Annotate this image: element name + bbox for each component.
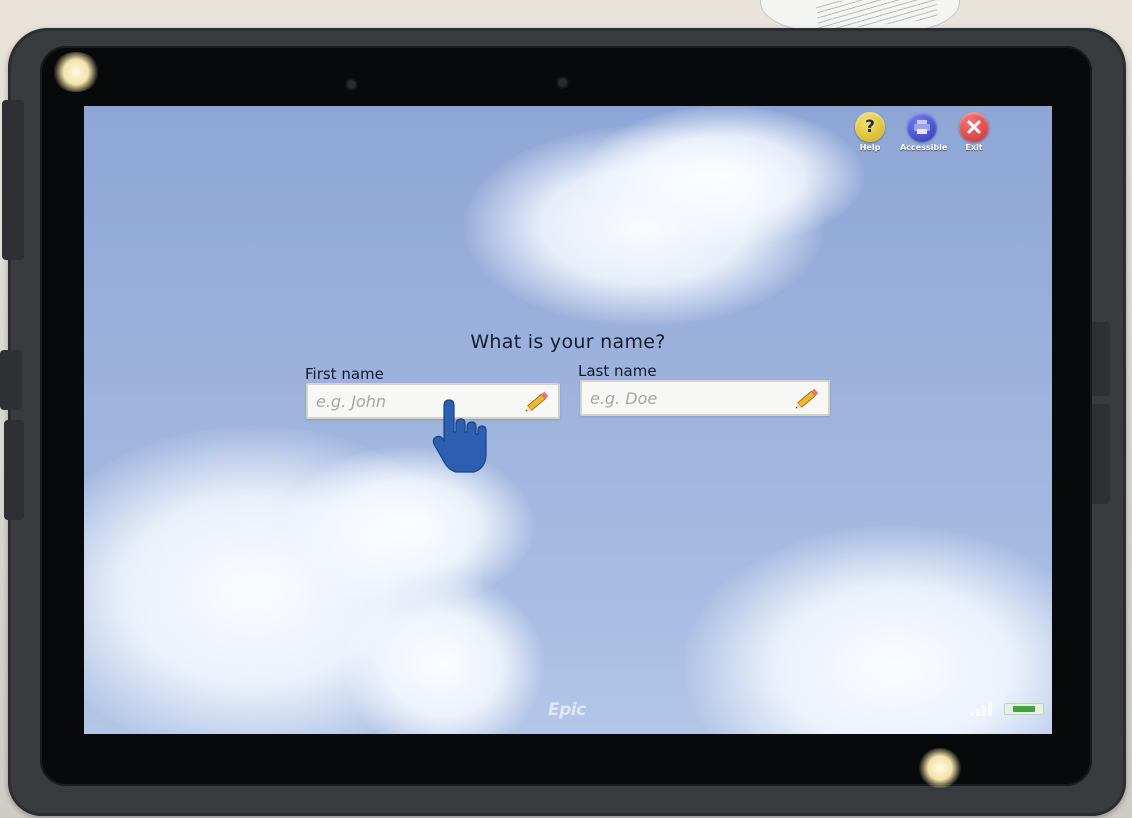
signal-icon bbox=[970, 702, 992, 716]
close-icon bbox=[959, 112, 989, 142]
system-tray bbox=[970, 702, 1044, 716]
photo-scene: ? Help Accessible Exit What is your name… bbox=[0, 0, 1132, 818]
tap-hand-icon bbox=[432, 399, 487, 473]
case-side-bump bbox=[4, 420, 24, 520]
first-name-input[interactable] bbox=[316, 391, 524, 411]
last-name-label: Last name bbox=[578, 362, 657, 380]
case-side-bump bbox=[1090, 404, 1110, 504]
camera-icon bbox=[347, 80, 356, 89]
help-label: Help bbox=[859, 143, 881, 152]
case-side-bump bbox=[1090, 322, 1110, 396]
cloud bbox=[584, 106, 864, 246]
pencil-icon[interactable] bbox=[524, 387, 552, 415]
light-glare bbox=[52, 52, 100, 92]
first-name-label: First name bbox=[305, 365, 384, 383]
battery-charging-icon bbox=[1004, 703, 1044, 715]
case-side-bump bbox=[2, 100, 24, 260]
accessible-button[interactable]: Accessible bbox=[900, 112, 948, 152]
exit-label: Exit bbox=[965, 143, 983, 152]
epic-brand-logo: Epic bbox=[548, 700, 586, 720]
kiosk-screen: ? Help Accessible Exit What is your name… bbox=[84, 106, 1052, 734]
printer-icon bbox=[907, 112, 937, 142]
last-name-input[interactable] bbox=[590, 388, 794, 408]
light-glare bbox=[918, 748, 962, 788]
help-button[interactable]: ? Help bbox=[848, 112, 892, 152]
accessible-label: Accessible bbox=[900, 143, 948, 152]
sensor-icon bbox=[558, 78, 567, 87]
case-side-bump bbox=[0, 350, 22, 410]
help-icon: ? bbox=[855, 112, 885, 142]
pencil-icon[interactable] bbox=[794, 384, 822, 412]
last-name-field[interactable] bbox=[580, 380, 830, 416]
exit-button[interactable]: Exit bbox=[952, 112, 996, 152]
name-question-heading: What is your name? bbox=[470, 331, 666, 353]
